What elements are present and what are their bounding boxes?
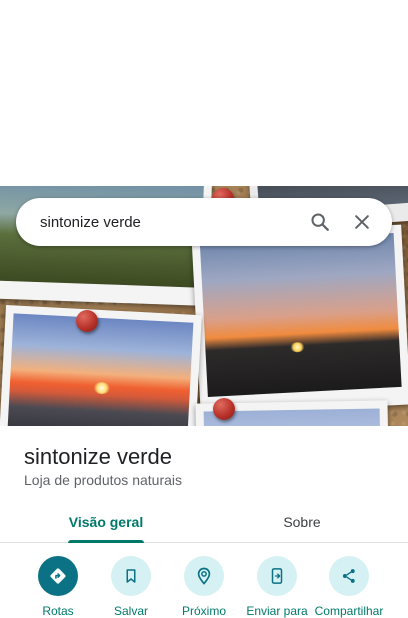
- nearby-icon: [184, 556, 224, 596]
- photo-sunset-clouds: [0, 304, 202, 426]
- send-to-phone-icon: [257, 556, 297, 596]
- search-query[interactable]: sintonize verde: [40, 214, 296, 231]
- send-to-phone-button[interactable]: Enviar para: [240, 556, 314, 618]
- share-button[interactable]: Compartilhar: [312, 556, 386, 618]
- tab-label: Visão geral: [68, 514, 144, 530]
- pushpin: [213, 398, 235, 420]
- action-buttons-row: Rotas Salvar Próximo Enviar para Compart…: [0, 556, 408, 618]
- active-tab-indicator: [68, 540, 144, 543]
- search-bar[interactable]: sintonize verde: [16, 198, 392, 246]
- nearby-button[interactable]: Próximo: [167, 556, 241, 618]
- tab-overview[interactable]: Visão geral: [50, 502, 162, 543]
- place-info-panel: sintonize verde Loja de produtos naturai…: [0, 426, 408, 618]
- tab-about[interactable]: Sobre: [246, 502, 358, 542]
- place-tabs: Visão geral Sobre: [0, 502, 408, 543]
- save-button[interactable]: Salvar: [94, 556, 168, 618]
- map-blank-area: [0, 0, 408, 186]
- photo-sunset-hills: [191, 224, 408, 416]
- place-title: sintonize verde: [24, 444, 172, 469]
- directions-icon: [38, 556, 78, 596]
- search-icon[interactable]: [302, 204, 338, 240]
- bookmark-icon: [111, 556, 151, 596]
- share-icon: [329, 556, 369, 596]
- place-category: Loja de produtos naturais: [24, 472, 182, 488]
- action-label: Compartilhar: [314, 604, 384, 618]
- pushpin: [76, 310, 98, 332]
- close-icon[interactable]: [344, 204, 380, 240]
- tab-label: Sobre: [283, 514, 321, 530]
- directions-button[interactable]: Rotas: [21, 556, 95, 618]
